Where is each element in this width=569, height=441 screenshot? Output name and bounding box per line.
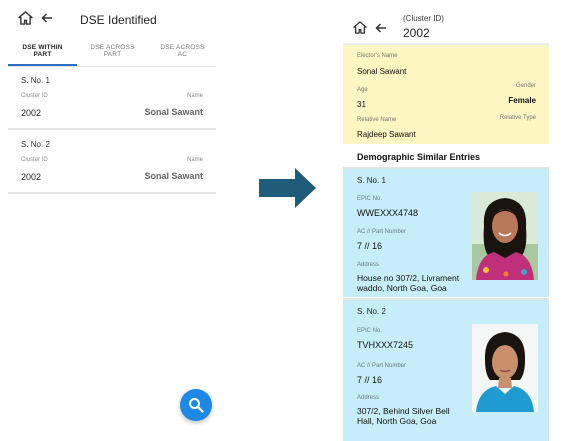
search-button[interactable]	[180, 389, 212, 421]
cluster-id-value: 2002	[21, 108, 42, 118]
address-label: Address	[357, 395, 380, 401]
ac-part-value: 7 // 16	[357, 375, 383, 385]
name-value: Sonal Sawant	[144, 171, 203, 181]
tab-dse-across-part[interactable]: DSE ACROSS PART	[78, 40, 147, 66]
address-value: 307/2, Behind Silver Bell Hall, North Go…	[357, 406, 477, 426]
transition-arrow-icon	[259, 168, 316, 208]
tab-label-line1: DSE ACROSS	[90, 44, 135, 51]
epic-label: EPIC No.	[357, 196, 383, 202]
home-icon[interactable]	[353, 21, 367, 34]
address-line-2: waddo, North Goa, Goa	[357, 283, 447, 293]
page-title: DSE Identified	[80, 13, 157, 27]
elector-photo	[472, 192, 538, 280]
relative-name-value: Rajdeep Sawant	[357, 130, 416, 139]
tab-bar: DSE WITHIN PART DSE ACROSS PART DSE ACRO…	[8, 40, 216, 66]
ac-part-value: 7 // 16	[357, 241, 383, 251]
serial-number: S. No. 2	[21, 140, 50, 149]
list-item[interactable]: S. No. 1 EPIC No. WWEXXX4748 AC // Part …	[343, 167, 549, 297]
elector-details-panel: Elector's Name Sonal Sawant Gender Age F…	[343, 43, 549, 144]
serial-number: S. No. 1	[21, 76, 50, 85]
relative-name-label: Relative Name	[357, 117, 397, 123]
list-item[interactable]: S. No. 1 Cluster ID Name 2002 Sonal Sawa…	[8, 70, 216, 130]
age-label: Age	[357, 87, 368, 93]
epic-value: TVHXXX7245	[357, 340, 414, 350]
epic-label: EPIC No.	[357, 328, 383, 334]
address-value: House no 307/2, Livrament waddo, North G…	[357, 273, 477, 293]
tab-dse-within-part[interactable]: DSE WITHIN PART	[8, 40, 77, 66]
name-value: Sonal Sawant	[144, 107, 203, 117]
tab-divider	[8, 66, 216, 67]
age-value: 31	[357, 100, 366, 109]
relative-type-label: Relative Type	[499, 115, 536, 121]
cluster-id-label: Cluster ID	[21, 93, 48, 99]
tab-label-line1: DSE ACROSS	[160, 44, 205, 51]
gender-label: Gender	[515, 83, 536, 89]
app-bar: DSE Identified	[0, 0, 225, 34]
name-label: Name	[186, 157, 203, 163]
list-item[interactable]: S. No. 2 Cluster ID Name 2002 Sonal Sawa…	[8, 134, 216, 194]
elector-name-label: Elector's Name	[357, 53, 398, 59]
epic-value: WWEXXX4748	[357, 208, 419, 218]
serial-number: S. No. 2	[357, 307, 386, 316]
page-subtitle: (Cluster ID)	[403, 14, 444, 23]
name-label: Name	[186, 93, 203, 99]
list-item[interactable]: S. No. 2 EPIC No. TVHXXX7245 AC // Part …	[343, 298, 549, 441]
home-icon[interactable]	[18, 11, 33, 25]
elector-photo	[472, 324, 538, 412]
tab-label-line2: PART	[103, 51, 122, 58]
tab-label-line2: AC	[177, 51, 188, 58]
tab-label-line1: DSE WITHIN	[22, 44, 63, 51]
ac-part-label: AC // Part Number	[357, 363, 407, 369]
back-arrow-icon[interactable]	[375, 22, 387, 34]
address-line-1: 307/2, Behind Silver Bell	[357, 406, 450, 416]
cluster-detail-screen: (Cluster ID) 2002 Elector's Name Sonal S…	[343, 0, 549, 441]
dse-identified-screen: DSE Identified DSE WITHIN PART DSE ACROS…	[0, 0, 225, 441]
page-title: 2002	[403, 26, 430, 40]
address-line-1: House no 307/2, Livrament	[357, 273, 460, 283]
gender-value: Female	[508, 96, 536, 105]
section-title: Demographic Similar Entries	[357, 152, 481, 162]
ac-part-label: AC // Part Number	[357, 229, 407, 235]
back-arrow-icon[interactable]	[41, 12, 53, 24]
address-label: Address	[357, 262, 380, 268]
search-icon	[189, 398, 204, 413]
tab-label-line2: PART	[33, 51, 52, 58]
cluster-id-label: Cluster ID	[21, 157, 48, 163]
tab-dse-across-ac[interactable]: DSE ACROSS AC	[148, 40, 217, 66]
address-line-2: Hall, North Goa, Goa	[357, 416, 437, 426]
app-bar: (Cluster ID) 2002	[343, 0, 549, 43]
cluster-id-value: 2002	[21, 172, 42, 182]
serial-number: S. No. 1	[357, 176, 386, 185]
elector-name-value: Sonal Sawant	[357, 67, 407, 76]
